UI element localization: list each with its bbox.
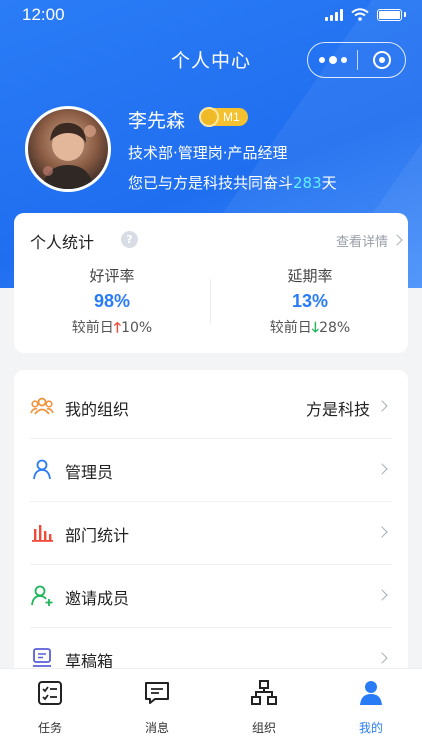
- profile-icon: [360, 681, 382, 705]
- organization-icon: [30, 397, 54, 415]
- message-icon: [145, 682, 169, 704]
- help-icon[interactable]: ?: [121, 231, 138, 248]
- user-name: 李先森: [128, 110, 186, 132]
- chevron-right-icon: [376, 652, 388, 664]
- tab-label: 任务: [37, 721, 62, 735]
- personal-stats-card: 个人统计 ? 查看详情 好评率 98% 较前日🡑10% 延期率 13% 较前日🡓…: [14, 213, 408, 353]
- avatar-portrait-icon: [42, 122, 96, 189]
- task-list-icon: [38, 681, 62, 705]
- menu-item-value: 方是科技: [305, 400, 370, 419]
- view-details-link[interactable]: 查看详情: [335, 231, 403, 250]
- tenure-text: 您已与方是科技共同奋斗283天: [128, 172, 337, 193]
- wifi-icon: [351, 8, 369, 21]
- bottom-tab-bar: 任务 消息 组织 我的: [0, 668, 422, 750]
- chevron-right-icon: [376, 400, 388, 412]
- close-miniprogram-icon[interactable]: [358, 51, 405, 69]
- tenure-suffix: 天: [321, 174, 337, 192]
- status-bar: 12:00: [0, 0, 422, 30]
- stat-label: 好评率: [89, 267, 135, 285]
- battery-icon: [377, 8, 402, 21]
- tenure-days: 283: [293, 174, 322, 192]
- arrow-up-icon: 🡑: [113, 320, 122, 336]
- chevron-right-icon: [376, 526, 388, 538]
- battery-tip: [404, 12, 406, 17]
- view-details-label: 查看详情: [335, 235, 388, 250]
- tab-organization[interactable]: 组织: [224, 679, 304, 736]
- arrow-down-icon: 🡓: [311, 320, 320, 336]
- medal-icon: [199, 107, 219, 127]
- admin-user-icon: [33, 459, 51, 480]
- stat-label: 延期率: [287, 267, 333, 285]
- signal-icon: [325, 8, 343, 21]
- menu-item-label: 部门统计: [65, 526, 130, 545]
- stat-compare: 较前日🡑10%: [14, 317, 210, 341]
- menu-list: 我的组织 方是科技 管理员 部门统计 邀请成员 草稿箱: [14, 370, 408, 670]
- stat-positive-rate: 好评率 98% 较前日🡑10%: [14, 265, 210, 341]
- chevron-right-icon: [376, 589, 388, 601]
- user-role: 技术部·管理岗·产品经理: [128, 144, 288, 162]
- status-icons: [325, 8, 406, 21]
- tab-label: 消息: [144, 721, 169, 735]
- tab-messages[interactable]: 消息: [117, 679, 197, 736]
- org-chart-icon: [251, 680, 277, 705]
- stat-delay-rate: 延期率 13% 较前日🡓28%: [212, 265, 408, 341]
- tab-tasks[interactable]: 任务: [10, 679, 90, 736]
- compare-prefix: 较前日: [71, 320, 114, 336]
- add-user-icon: [31, 585, 53, 606]
- chevron-right-icon: [376, 463, 388, 475]
- tab-label: 组织: [251, 721, 276, 735]
- level-badge: M1: [199, 107, 248, 127]
- menu-item-department-stats[interactable]: 部门统计: [14, 502, 408, 565]
- stat-compare: 较前日🡓28%: [212, 317, 408, 341]
- compare-change: 28%: [319, 320, 351, 336]
- stat-value: 98%: [93, 291, 131, 311]
- menu-item-label: 草稿箱: [65, 652, 114, 670]
- menu-item-label: 管理员: [65, 463, 114, 482]
- more-icon[interactable]: [308, 55, 357, 64]
- menu-item-admin[interactable]: 管理员: [14, 439, 408, 502]
- compare-prefix: 较前日: [269, 320, 312, 336]
- avatar[interactable]: [25, 106, 111, 192]
- compare-change: 10%: [121, 320, 153, 336]
- stat-value: 13%: [291, 291, 329, 311]
- tab-label: 我的: [358, 721, 383, 735]
- bar-chart-icon: [32, 525, 53, 542]
- draft-box-icon: [33, 648, 51, 667]
- status-time: 12:00: [22, 5, 65, 24]
- menu-item-invite-members[interactable]: 邀请成员: [14, 565, 408, 628]
- menu-item-drafts[interactable]: 草稿箱: [14, 628, 408, 670]
- chevron-right-icon: [391, 234, 403, 246]
- menu-item-my-organization[interactable]: 我的组织 方是科技: [14, 376, 408, 439]
- stats-title: 个人统计: [30, 233, 95, 252]
- stat-divider: [210, 279, 211, 323]
- miniprogram-capsule[interactable]: [307, 42, 406, 78]
- menu-item-label: 我的组织: [65, 400, 130, 419]
- menu-item-label: 邀请成员: [65, 589, 130, 608]
- tab-me[interactable]: 我的: [331, 679, 411, 736]
- tenure-prefix: 您已与方是科技共同奋斗: [128, 174, 294, 192]
